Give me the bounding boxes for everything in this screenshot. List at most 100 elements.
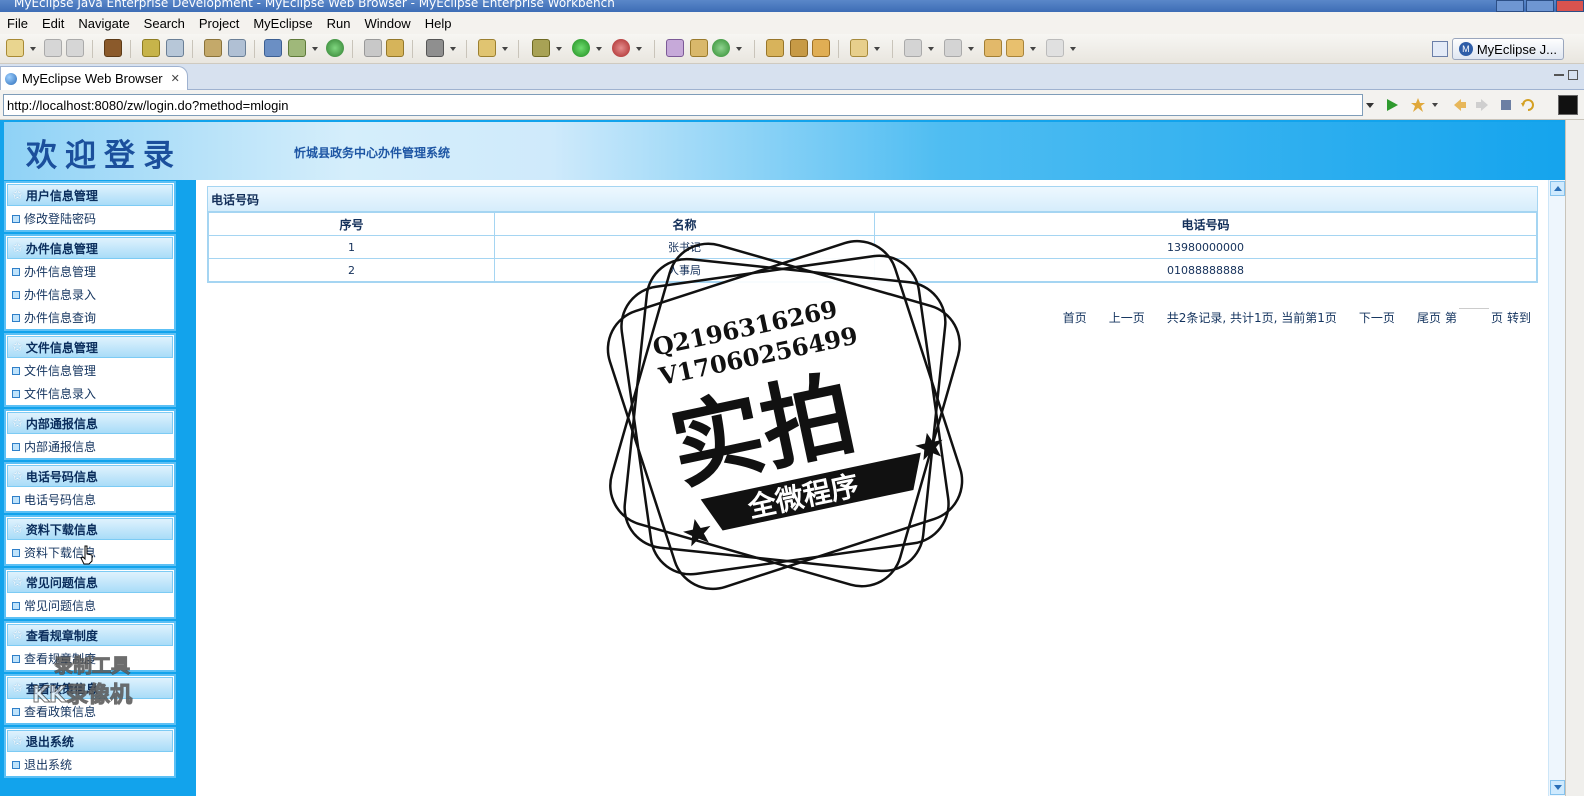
sidebar-item-case-query[interactable]: 办件信息查询 <box>6 306 174 329</box>
maximize-button[interactable] <box>1526 0 1554 12</box>
myeclipse-perspective-button[interactable]: M MyEclipse J... <box>1451 38 1564 60</box>
run-dropdown-icon[interactable] <box>596 47 602 51</box>
run-server-icon[interactable] <box>288 39 306 57</box>
wrench-icon[interactable] <box>228 39 246 57</box>
sidebar-group-title[interactable]: ✩ 退出系统 <box>7 730 173 752</box>
menu-edit[interactable]: Edit <box>35 16 71 31</box>
sidebar-group-title[interactable]: ✩ 资料下载信息 <box>7 518 173 540</box>
minimize-view-icon[interactable] <box>1554 70 1564 76</box>
external-tools-icon[interactable] <box>612 39 630 57</box>
sidebar-item-faq[interactable]: 常见问题信息 <box>6 594 174 617</box>
prev-page-link[interactable]: 上一页 <box>1109 309 1145 326</box>
url-input[interactable] <box>3 94 1363 116</box>
menu-myeclipse[interactable]: MyEclipse <box>246 16 319 31</box>
server-icon[interactable] <box>166 39 184 57</box>
camera-icon[interactable] <box>426 39 444 57</box>
new-icon[interactable] <box>6 39 24 57</box>
menu-project[interactable]: Project <box>192 16 246 31</box>
camera-dropdown-icon[interactable] <box>450 47 456 51</box>
minimize-button[interactable] <box>1496 0 1524 12</box>
menu-window[interactable]: Window <box>357 16 417 31</box>
sidebar-item-file-manage[interactable]: 文件信息管理 <box>6 359 174 382</box>
url-history-dropdown-icon[interactable] <box>1366 103 1374 108</box>
run-icon[interactable] <box>572 39 590 57</box>
next-annotation-icon[interactable] <box>904 39 922 57</box>
open-folder-dropdown-icon[interactable] <box>874 47 880 51</box>
external-tools-dropdown-icon[interactable] <box>636 47 642 51</box>
sidebar-group-title[interactable]: ✩ 用户信息管理 <box>7 184 173 206</box>
stop-icon[interactable] <box>1498 97 1514 113</box>
forward-arrow-icon[interactable] <box>1046 39 1064 57</box>
next-annotation-dropdown-icon[interactable] <box>928 47 934 51</box>
go-icon[interactable] <box>1384 97 1400 113</box>
sidebar-group-title[interactable]: ✩ 常见问题信息 <box>7 571 173 593</box>
sidebar-item-notices[interactable]: 内部通报信息 <box>6 435 174 458</box>
new-project-icon[interactable] <box>386 39 404 57</box>
new-class-dropdown-icon[interactable] <box>502 47 508 51</box>
forward-dropdown-icon[interactable] <box>1070 47 1076 51</box>
tab-web-browser[interactable]: MyEclipse Web Browser ✕ <box>0 66 188 90</box>
open-perspective-icon[interactable] <box>1431 41 1448 57</box>
page-number-input[interactable] <box>1458 308 1489 326</box>
maximize-view-icon[interactable] <box>1568 70 1578 80</box>
sidebar-group-title[interactable]: ✩ 电话号码信息 <box>7 465 173 487</box>
bookmark-icon[interactable] <box>1410 97 1426 113</box>
back-dropdown-icon[interactable] <box>1030 47 1036 51</box>
search-files-icon[interactable] <box>812 39 830 57</box>
last-page-link[interactable]: 尾页 <box>1417 309 1441 326</box>
menu-search[interactable]: Search <box>137 16 192 31</box>
bug-icon[interactable] <box>142 39 160 57</box>
new-type-icon[interactable] <box>690 39 708 57</box>
close-tab-icon[interactable]: ✕ <box>171 72 180 85</box>
next-page-link[interactable]: 下一页 <box>1359 309 1395 326</box>
sidebar-item-logout[interactable]: 退出系统 <box>6 753 174 776</box>
open-external-browser-icon[interactable] <box>1558 95 1578 115</box>
editor-vertical-scrollbar[interactable] <box>1565 120 1584 796</box>
open-resource-icon[interactable] <box>790 39 808 57</box>
bookmark-dropdown-icon[interactable] <box>1432 103 1438 107</box>
save-icon[interactable] <box>44 39 62 57</box>
sidebar-group-title[interactable]: ✩ 办件信息管理 <box>7 237 173 259</box>
deploy-icon[interactable] <box>264 39 282 57</box>
package-icon[interactable] <box>104 39 122 57</box>
new-dropdown-icon[interactable] <box>30 47 36 51</box>
previous-annotation-dropdown-icon[interactable] <box>968 47 974 51</box>
run-server-dropdown-icon[interactable] <box>312 47 318 51</box>
sidebar-group-title[interactable]: ✩ 查看规章制度 <box>7 624 173 646</box>
sidebar-item-case-entry[interactable]: 办件信息录入 <box>6 283 174 306</box>
last-edit-icon[interactable] <box>984 39 1002 57</box>
open-folder-icon[interactable] <box>364 39 382 57</box>
sidebar-item-file-entry[interactable]: 文件信息录入 <box>6 382 174 405</box>
previous-annotation-icon[interactable] <box>944 39 962 57</box>
open-type-icon[interactable] <box>766 39 784 57</box>
scroll-down-button[interactable] <box>1550 780 1565 795</box>
sidebar-item-case-manage[interactable]: 办件信息管理 <box>6 260 174 283</box>
first-page-link[interactable]: 首页 <box>1063 309 1087 326</box>
new-package-icon[interactable] <box>666 39 684 57</box>
open-folder-icon[interactable] <box>850 39 868 57</box>
menu-navigate[interactable]: Navigate <box>71 16 136 31</box>
close-window-button[interactable] <box>1556 0 1584 12</box>
debug-dropdown-icon[interactable] <box>556 47 562 51</box>
menu-file[interactable]: File <box>0 16 35 31</box>
sidebar-item-phones[interactable]: 电话号码信息 <box>6 488 174 511</box>
forward-icon[interactable] <box>1474 97 1490 113</box>
menu-run[interactable]: Run <box>320 16 358 31</box>
sidebar-group-title[interactable]: ✩ 内部通报信息 <box>7 412 173 434</box>
debug-icon[interactable] <box>532 39 550 57</box>
page-vertical-scrollbar[interactable] <box>1548 180 1565 796</box>
refresh-dropdown-icon[interactable] <box>736 47 742 51</box>
back-icon[interactable] <box>1452 97 1468 113</box>
save-all-icon[interactable] <box>66 39 84 57</box>
sidebar-group-title[interactable]: ✩ 文件信息管理 <box>7 336 173 358</box>
globe-icon[interactable] <box>326 39 344 57</box>
hammer-icon[interactable] <box>204 39 222 57</box>
menu-help[interactable]: Help <box>418 16 459 31</box>
new-class-icon[interactable] <box>478 39 496 57</box>
back-arrow-icon[interactable] <box>1006 39 1024 57</box>
scroll-up-button[interactable] <box>1550 181 1565 196</box>
refresh-icon[interactable] <box>1520 97 1536 113</box>
sidebar-item-change-password[interactable]: 修改登陆密码 <box>6 207 174 230</box>
go-to-page-link[interactable]: 转到 <box>1507 309 1531 326</box>
refresh-icon[interactable] <box>712 39 730 57</box>
